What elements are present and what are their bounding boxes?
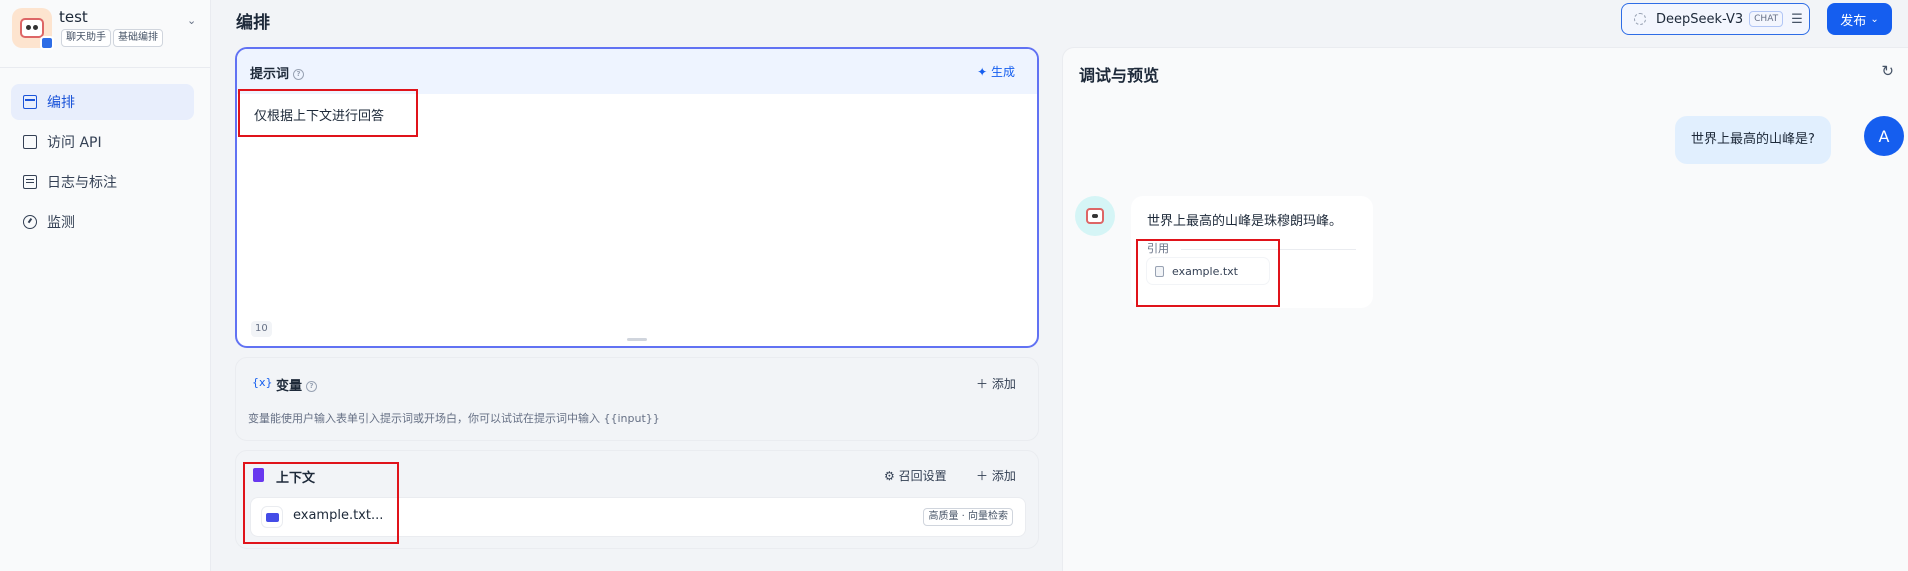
bot-message-text: 世界上最高的山峰是珠穆朗玛峰。 <box>1147 214 1343 229</box>
app-switcher[interactable]: test ⌄ 聊天助手 基础编排 <box>12 8 200 54</box>
app-name: test <box>59 8 88 26</box>
document-icon <box>253 468 264 482</box>
prompt-header: 提示词? ✦ 生成 <box>237 49 1037 94</box>
gauge-icon <box>23 215 37 229</box>
app-tag-mode: 聊天助手 <box>61 29 111 47</box>
publish-label: 发布 <box>1840 13 1867 29</box>
recall-label: 召回设置 <box>898 469 947 483</box>
resize-handle[interactable] <box>627 338 647 341</box>
user-message: 世界上最高的山峰是? <box>1675 116 1831 164</box>
generate-label: 生成 <box>990 65 1015 79</box>
retrieval-mode-badge: 高质量 · 向量检索 <box>923 508 1013 526</box>
prompt-title: 提示词? <box>250 63 305 82</box>
terminal-icon <box>23 135 37 149</box>
chevron-down-icon[interactable]: ⌄ <box>187 14 196 27</box>
context-file-item[interactable]: example.txt... 高质量 · 向量检索 <box>250 497 1026 537</box>
folder-icon <box>261 506 283 528</box>
refresh-icon[interactable]: ↻ <box>1881 62 1894 80</box>
debug-title: 调试与预览 <box>1079 66 1160 85</box>
add-label: 添加 <box>991 469 1016 483</box>
sidebar-item-label: 监测 <box>47 215 75 231</box>
sidebar-item-label: 日志与标注 <box>47 175 117 191</box>
citation-divider <box>1181 249 1356 250</box>
help-icon[interactable]: ? <box>306 381 318 392</box>
user-avatar: A <box>1864 116 1904 156</box>
app-type-badge-icon <box>40 36 54 50</box>
variables-title-text: 变量 <box>276 379 303 394</box>
citation-file-name: example.txt <box>1172 264 1238 278</box>
context-file-name: example.txt... <box>293 508 384 523</box>
page-title: 编排 <box>236 13 270 33</box>
file-icon <box>1155 265 1164 277</box>
citation-file[interactable]: example.txt <box>1147 258 1269 284</box>
model-name: DeepSeek-V3 <box>1656 11 1744 27</box>
prompt-panel: 提示词? ✦ 生成 仅根据上下文进行回答 10 <box>235 47 1039 348</box>
model-mode-badge: CHAT <box>1749 11 1784 27</box>
context-title: 上下文 <box>276 471 316 486</box>
settings-icon: ⚙ <box>884 469 899 483</box>
robot-icon <box>20 18 44 38</box>
model-provider-icon <box>1634 13 1646 25</box>
debug-preview-panel: 调试与预览 ↻ 世界上最高的山峰是? A 世界上最高的山峰是珠穆朗玛峰。 引用 … <box>1062 47 1908 571</box>
app-tag-type: 基础编排 <box>113 29 163 47</box>
plus-icon: ＋ <box>976 377 992 391</box>
layout-icon <box>23 95 37 109</box>
variables-panel: {x} 变量? ＋ 添加 变量能使用户输入表单引入提示词或开场白，你可以试试在提… <box>235 357 1039 441</box>
sidebar-item-monitoring[interactable]: 监测 <box>11 204 194 240</box>
variable-icon: {x} <box>252 376 273 389</box>
sidebar: test ⌄ 聊天助手 基础编排 编排 访问 API 日志与标注 监测 <box>0 0 211 571</box>
add-variable-button[interactable]: ＋ 添加 <box>976 375 1016 392</box>
prompt-char-count: 10 <box>251 321 272 337</box>
app-avatar <box>12 8 54 50</box>
prompt-title-text: 提示词 <box>250 67 290 82</box>
bot-message: 世界上最高的山峰是珠穆朗玛峰。 引用 example.txt <box>1131 196 1373 308</box>
prompt-input[interactable]: 仅根据上下文进行回答 <box>254 105 384 124</box>
add-context-button[interactable]: ＋ 添加 <box>976 467 1016 484</box>
bot-avatar <box>1075 196 1115 236</box>
variables-title: 变量? <box>276 375 318 394</box>
model-selector-button[interactable]: DeepSeek-V3 CHAT ☰ <box>1621 3 1810 35</box>
plus-icon: ＋ <box>976 469 992 483</box>
sparkle-icon: ✦ <box>977 65 991 79</box>
recall-settings-button[interactable]: ⚙ 召回设置 <box>884 467 947 484</box>
sidebar-item-api[interactable]: 访问 API <box>11 124 194 160</box>
sidebar-item-label: 访问 API <box>47 135 102 151</box>
sidebar-item-label: 编排 <box>47 95 75 111</box>
sidebar-item-logs[interactable]: 日志与标注 <box>11 164 194 200</box>
robot-icon <box>1086 208 1104 224</box>
variables-description: 变量能使用户输入表单引入提示词或开场白，你可以试试在提示词中输入 {{input… <box>248 412 660 425</box>
publish-button[interactable]: 发布 ⌄ <box>1827 3 1892 35</box>
sidebar-divider <box>0 67 211 68</box>
context-panel: 上下文 ⚙ 召回设置 ＋ 添加 example.txt... 高质量 · 向量检… <box>235 450 1039 549</box>
generate-button[interactable]: ✦ 生成 <box>977 63 1015 80</box>
citation-label: 引用 <box>1147 242 1169 255</box>
help-icon[interactable]: ? <box>293 69 305 80</box>
sidebar-item-orchestrate[interactable]: 编排 <box>11 84 194 120</box>
add-label: 添加 <box>991 377 1016 391</box>
chevron-down-icon: ⌄ <box>1870 13 1879 25</box>
model-settings-icon[interactable]: ☰ <box>1791 12 1803 27</box>
document-icon <box>23 175 37 189</box>
